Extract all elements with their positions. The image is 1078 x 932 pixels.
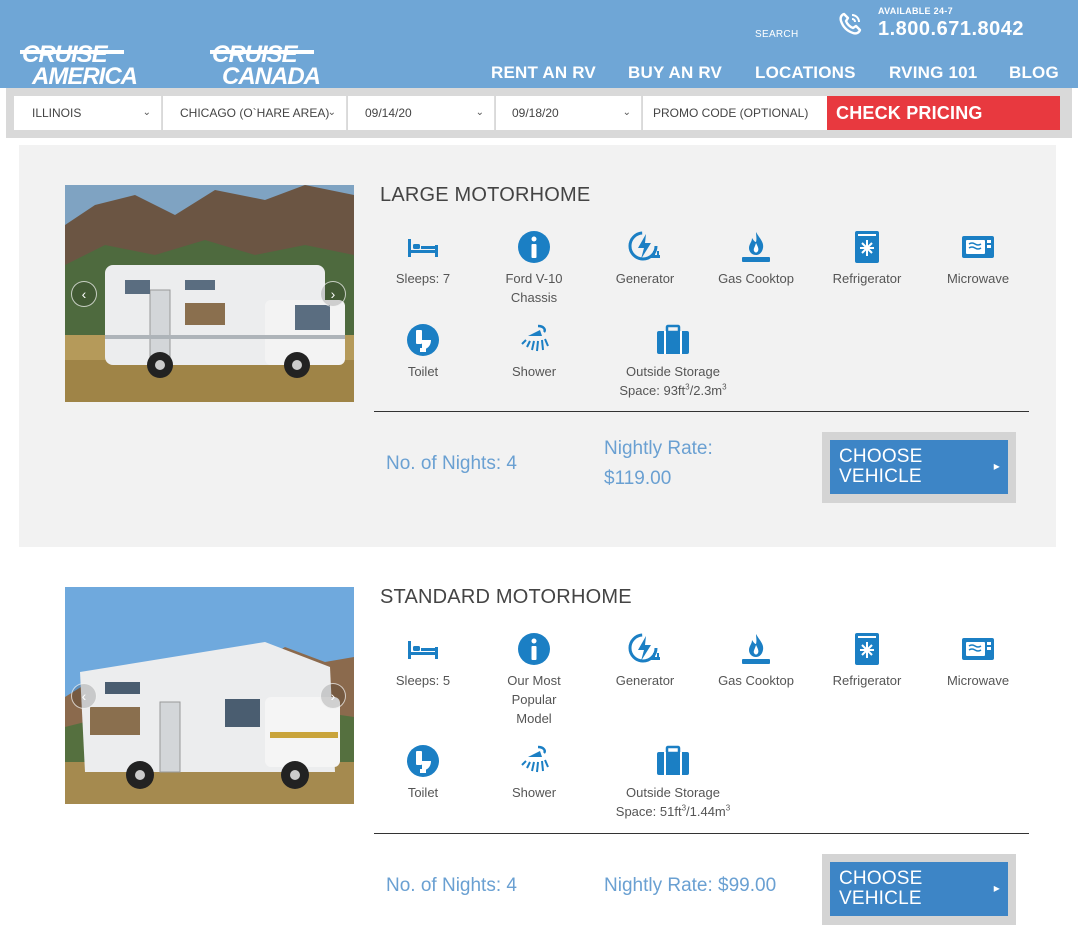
nightly-rate-value: $119.00 [604, 468, 672, 489]
carousel-prev-button[interactable]: ‹ [71, 281, 97, 307]
cruise-america-logo[interactable]: CRUISE AMERICA [20, 43, 138, 89]
search-link[interactable]: SEARCH [755, 29, 798, 40]
vehicle-card-standard-motorhome: ‹ › STANDARD MOTORHOME Sleeps: 5 Our Mos… [19, 557, 1056, 932]
feature-gas-cooktop: Gas Cooktop [701, 229, 811, 288]
toilet-icon [405, 743, 441, 779]
choose-vehicle-wrapper: CHOOSE VEHICLE ▸ [822, 854, 1016, 925]
feature-toilet: Toilet [368, 322, 478, 381]
feature-gas-cooktop: Gas Cooktop [701, 631, 811, 690]
choose-vehicle-button[interactable]: CHOOSE VEHICLE ▸ [830, 440, 1008, 494]
return-date-value: 09/18/20 [512, 106, 559, 120]
feature-popular-model: Our Most Popular Model [479, 631, 589, 728]
city-value: CHICAGO (O`HARE AREA) [180, 106, 330, 120]
chevron-down-icon: ⌄ [475, 107, 484, 118]
nav-rving-101[interactable]: RVING 101 [889, 63, 977, 83]
pricing-search-bar: ILLINOIS ⌄ CHICAGO (O`HARE AREA) ⌄ 09/14… [6, 88, 1072, 138]
storage-icon [655, 743, 691, 779]
divider [374, 411, 1029, 412]
cruise-canada-logo[interactable]: CRUISE CANADA [210, 43, 321, 89]
nightly-rate: Nightly Rate: $99.00 [604, 871, 776, 901]
flame-icon [738, 631, 774, 667]
vehicle-photo-carousel[interactable]: ‹ › [65, 587, 354, 804]
flame-icon [738, 229, 774, 265]
vehicle-photo-carousel[interactable]: ‹ › [65, 185, 354, 402]
chevron-down-icon: ⌄ [622, 107, 631, 118]
refrigerator-icon [849, 631, 885, 667]
storage-icon [655, 322, 691, 358]
toilet-icon [405, 322, 441, 358]
nightly-rate: Nightly Rate: $119.00 [604, 434, 713, 494]
feature-generator: Generator [590, 631, 700, 690]
nights-count: No. of Nights: 4 [386, 875, 517, 896]
microwave-icon [960, 229, 996, 265]
feature-sleeps: Sleeps: 5 [368, 631, 478, 690]
microwave-icon [960, 631, 996, 667]
generator-icon [627, 631, 663, 667]
city-select[interactable]: CHICAGO (O`HARE AREA) ⌄ [163, 96, 347, 130]
check-pricing-button[interactable]: CHECK PRICING [827, 96, 1060, 130]
return-date-select[interactable]: 09/18/20 ⌄ [496, 96, 642, 130]
chevron-down-icon: ⌄ [142, 107, 151, 118]
feature-outside-storage: Outside Storage Space: 93ft3/2.3m3 [603, 322, 743, 400]
vehicle-photo [65, 185, 354, 402]
feature-generator: Generator [590, 229, 700, 288]
state-value: ILLINOIS [32, 106, 82, 120]
divider [374, 833, 1029, 834]
nightly-rate-label: Nightly Rate: $99.00 [604, 875, 777, 896]
state-select[interactable]: ILLINOIS ⌄ [14, 96, 162, 130]
feature-refrigerator: Refrigerator [812, 631, 922, 690]
vehicle-title: STANDARD MOTORHOME [380, 586, 632, 608]
logo-stripe [20, 50, 124, 54]
carousel-next-button[interactable]: › [320, 683, 346, 709]
site-header: CRUISE AMERICA CRUISE CANADA SEARCH AVAI… [0, 0, 1078, 89]
info-icon [516, 631, 552, 667]
promo-code-placeholder: PROMO CODE (OPTIONAL) [653, 106, 809, 120]
vehicle-card-large-motorhome: ‹ › LARGE MOTORHOME Sleeps: 7 Ford V-10 … [19, 145, 1056, 547]
caret-right-icon: ▸ [993, 459, 1000, 473]
feature-toilet: Toilet [368, 743, 478, 802]
feature-microwave: Microwave [923, 631, 1033, 690]
carousel-prev-button[interactable]: ‹ [71, 683, 97, 709]
bed-icon [405, 631, 441, 667]
chevron-down-icon: ⌄ [327, 107, 336, 118]
feature-refrigerator: Refrigerator [812, 229, 922, 288]
nights-count: No. of Nights: 4 [386, 453, 517, 474]
phone-icon[interactable] [836, 10, 864, 38]
feature-shower: Shower [479, 322, 589, 381]
nav-locations[interactable]: LOCATIONS [755, 63, 856, 83]
pickup-date-select[interactable]: 09/14/20 ⌄ [348, 96, 495, 130]
caret-right-icon: ▸ [993, 881, 1000, 895]
nav-blog[interactable]: BLOG [1009, 63, 1059, 83]
feature-chassis: Ford V-10 Chassis [479, 229, 589, 307]
bed-icon [405, 229, 441, 265]
shower-icon [516, 322, 552, 358]
nav-rent-an-rv[interactable]: RENT AN RV [491, 63, 596, 83]
feature-shower: Shower [479, 743, 589, 802]
feature-sleeps: Sleeps: 7 [368, 229, 478, 288]
carousel-next-button[interactable]: › [320, 281, 346, 307]
shower-icon [516, 743, 552, 779]
refrigerator-icon [849, 229, 885, 265]
phone-number[interactable]: 1.800.671.8042 [878, 18, 1024, 41]
feature-microwave: Microwave [923, 229, 1033, 288]
logo-stripe [210, 50, 314, 54]
nav-buy-an-rv[interactable]: BUY AN RV [628, 63, 722, 83]
info-icon [516, 229, 552, 265]
generator-icon [627, 229, 663, 265]
nightly-rate-label: Nightly Rate: [604, 438, 713, 459]
feature-outside-storage: Outside Storage Space: 51ft3/1.44m3 [603, 743, 743, 821]
vehicle-title: LARGE MOTORHOME [380, 184, 591, 206]
vehicle-photo [65, 587, 354, 804]
choose-vehicle-wrapper: CHOOSE VEHICLE ▸ [822, 432, 1016, 503]
choose-vehicle-button[interactable]: CHOOSE VEHICLE ▸ [830, 862, 1008, 916]
promo-code-input[interactable]: PROMO CODE (OPTIONAL) [643, 96, 827, 130]
pickup-date-value: 09/14/20 [365, 106, 412, 120]
availability-label: AVAILABLE 24-7 [878, 6, 953, 16]
